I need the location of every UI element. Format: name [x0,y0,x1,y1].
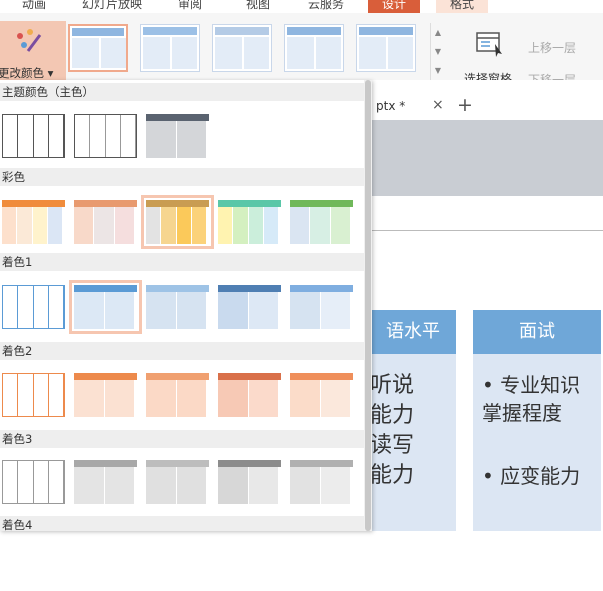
move-up-button[interactable]: 上移一层 [528,39,576,56]
section-colorful: 彩色 [0,168,364,186]
new-tab-icon[interactable]: + [457,94,473,116]
gallery-more-icon[interactable]: ▼ [431,61,445,80]
gallery-scroll[interactable]: ▲ ▼ ▼ [430,23,445,81]
accent1-scheme-3[interactable] [146,285,209,329]
accent1-scheme-5[interactable] [290,285,353,329]
select-pane-icon [476,32,502,57]
colorful-scheme-5[interactable] [290,200,353,244]
change-color-button[interactable]: 更改颜色 ▾ [0,21,66,89]
document-tab-bar: ptx * × + [370,94,603,118]
accent2-scheme-4[interactable] [218,373,281,417]
colorful-scheme-4[interactable] [218,200,281,244]
accent2-scheme-5[interactable] [290,373,353,417]
theme-scheme-3[interactable] [146,114,209,158]
accent3-scheme-1[interactable] [2,460,65,504]
tab-design[interactable]: 设计 [368,0,421,13]
colorful-scheme-2[interactable] [74,200,137,244]
accent3-scheme-2[interactable] [74,460,137,504]
tab-slideshow[interactable]: 幻灯片放映 [82,0,142,12]
theme-scheme-1[interactable] [2,114,65,158]
colorful-scheme-1[interactable] [2,200,65,244]
bullet-1-text: 专业知识掌握程度 [482,373,581,425]
close-tab-icon[interactable]: × [432,97,444,113]
palette-icon [17,29,42,52]
tab-view[interactable]: 视图 [246,0,270,12]
table-style-gallery [66,21,428,81]
section-accent-3: 着色3 [0,430,364,448]
gallery-scroll-down-icon[interactable]: ▼ [431,42,445,61]
box-2-bullet-1: • 专业知识掌握程度 [482,373,581,425]
guide-line [370,230,603,231]
accent2-scheme-2[interactable] [74,373,137,417]
accent3-scheme-3[interactable] [146,460,209,504]
slide-canvas[interactable]: 语水平 听说 能力 读写 能力 面试 • 专业知识掌握程度 • 应变能力 Bai… [370,196,603,590]
colorful-scheme-3[interactable] [141,195,214,249]
box-1-text: 听说 能力 读写 能力 [370,373,415,488]
bullet-2-text: 应变能力 [500,464,581,488]
accent1-scheme-1[interactable] [2,285,65,329]
section-theme-colors: 主题颜色（主色） [0,83,364,101]
document-area: ptx * × + 语水平 听说 能力 读写 能力 面试 • 专业知识掌握程度 … [370,80,603,590]
gallery-scroll-up-icon[interactable]: ▲ [431,23,445,42]
gallery-style-2[interactable] [140,24,200,72]
tab-cloud-service[interactable]: 云服务 [308,0,344,12]
tab-review[interactable]: 审阅 [178,0,202,12]
gallery-style-5[interactable] [356,24,416,72]
accent3-scheme-4[interactable] [218,460,281,504]
accent1-scheme-2[interactable] [69,280,142,334]
document-tab[interactable]: ptx * [376,99,405,113]
gallery-style-3[interactable] [212,24,272,72]
section-accent-1: 着色1 [0,253,364,271]
section-accent-2: 着色2 [0,342,364,360]
select-pane-button[interactable]: 选择窗格 [460,26,520,88]
tab-format[interactable]: 格式 [436,0,489,13]
ribbon-tab-bar: 动画 幻灯片放映 审阅 视图 云服务 设计 格式 [0,0,603,13]
accent2-scheme-1[interactable] [2,373,65,417]
theme-scheme-2[interactable] [74,114,137,158]
accent1-scheme-4[interactable] [218,285,281,329]
gallery-style-1[interactable] [68,24,128,72]
accent2-scheme-3[interactable] [146,373,209,417]
gallery-style-4[interactable] [284,24,344,72]
box-1-header: 语水平 [370,310,456,354]
accent3-scheme-5[interactable] [290,460,353,504]
section-accent-4: 着色4 [0,516,364,531]
panel-scroll-thumb[interactable] [365,80,371,531]
watermark-logo: Bai 经验 [466,562,566,590]
change-color-label: 更改颜色 ▾ [0,66,54,80]
tab-animation[interactable]: 动画 [22,0,46,12]
ribbon-toolbar: 更改颜色 ▾ ▲ ▼ ▼ 选择窗格 上移一层 下移一层 [0,13,603,89]
box-2-bullet-2: • 应变能力 [482,464,581,488]
panel-scrollbar[interactable] [364,80,372,531]
change-color-dropdown: 主题颜色（主色） 彩色 着色1 着色2 着色3 着色4 [0,80,372,531]
box-2-header: 面试 [473,310,601,354]
workspace-background [370,120,603,196]
